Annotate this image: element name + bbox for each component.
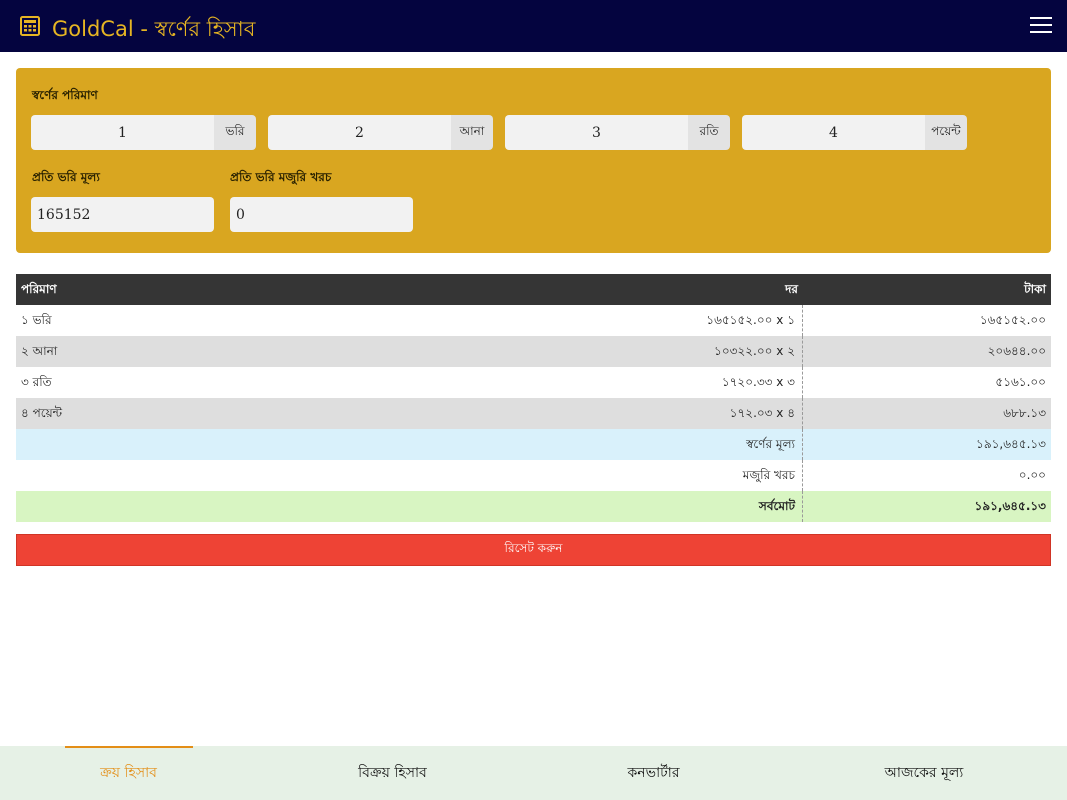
ana-input[interactable] [268,115,451,150]
table-row: ৩ রতি ১৭২০.৩৩ x ৩ ৫১৬১.০০ [16,367,1051,398]
ana-unit-label: আনা [451,115,493,150]
tab-todays-price[interactable]: আজকের মূল্য [799,746,1049,800]
gold-input-panel: স্বর্ণের পরিমাণ ভরি আনা রতি পয়েন্ট প্রত… [16,68,1051,253]
gold-value-amount: ১৯১,৬৪৫.১৩ [976,437,1046,451]
bhori-input-group: ভরি [31,115,256,150]
column-divider [802,367,803,398]
row-amount: ২০৬৪৪.০০ [987,344,1046,358]
tab-sale-calc[interactable]: বিক্রয় হিসাব [267,746,518,800]
row-amount: ৫১৬১.০০ [995,375,1046,389]
table-row: ১ ভরি ১৬৫১৫২.০০ x ১ ১৬৫১৫২.০০ [16,305,1051,336]
gold-amount-label: স্বর্ণের পরিমাণ [32,88,98,102]
table-row: ২ আনা ১০৩২২.০০ x ২ ২০৬৪৪.০০ [16,336,1051,367]
row-amount: ৬৮৮.১৩ [1003,406,1046,420]
gold-value-row: স্বর্ণের মূল্য ১৯১,৬৪৫.১৩ [16,429,1051,460]
making-cost-row-label: মজুরি খরচ [742,468,795,482]
row-rate: ১০৩২২.০০ x ২ [714,344,795,358]
making-cost-label: প্রতি ভরি মজুরি খরচ [230,170,332,184]
making-cost-amount: ০.০০ [1018,468,1046,482]
tab-converter[interactable]: কনভার্টার [528,746,779,800]
roti-unit-label: রতি [688,115,730,150]
app-header: GoldCal - স্বর্ণের হিসাব [0,0,1067,52]
row-rate: ১৭২.০৩ x ৪ [729,406,795,420]
column-divider [802,398,803,429]
tab-purchase-calc[interactable]: ক্রয় হিসাব [0,746,257,800]
column-divider [802,429,803,460]
header-amount: টাকা [1024,282,1046,296]
header-qty: পরিমাণ [21,282,57,296]
ana-input-group: আনা [268,115,493,150]
table-row: ৪ পয়েন্ট ১৭২.০৩ x ৪ ৬৮৮.১৩ [16,398,1051,429]
table-header: পরিমাণ দর টাকা [16,274,1051,305]
making-cost-row: মজুরি খরচ ০.০০ [16,460,1051,491]
column-divider [802,336,803,367]
grand-total-row: সর্বমোট ১৯১,৬৪৫.১৩ [16,491,1051,522]
app-title: GoldCal - স্বর্ণের হিসাব [52,17,256,41]
row-qty: ৪ পয়েন্ট [21,406,63,420]
grand-total-label: সর্বমোট [758,499,795,513]
hamburger-menu-icon[interactable] [1030,17,1052,33]
price-per-bhori-label: প্রতি ভরি মূল্য [32,170,100,184]
point-unit-label: পয়েন্ট [925,115,967,150]
point-input-group: পয়েন্ট [742,115,967,150]
bhori-input[interactable] [31,115,214,150]
column-divider [802,305,803,336]
row-qty: ১ ভরি [21,313,52,327]
row-qty: ২ আনা [21,344,58,358]
roti-input[interactable] [505,115,688,150]
gold-value-label: স্বর্ণের মূল্য [746,437,795,451]
calculator-icon [20,16,40,36]
price-per-bhori-input[interactable] [31,197,214,232]
bottom-tab-bar: ক্রয় হিসাব বিক্রয় হিসাব কনভার্টার আজকে… [0,746,1067,800]
row-rate: ১৭২০.৩৩ x ৩ [721,375,795,389]
header-rate: দর [785,282,798,296]
column-divider [802,460,803,491]
column-divider [802,491,803,522]
result-table: পরিমাণ দর টাকা ১ ভরি ১৬৫১৫২.০০ x ১ ১৬৫১৫… [16,274,1051,522]
reset-button[interactable]: রিসেট করুন [16,534,1051,566]
making-cost-input[interactable] [230,197,413,232]
row-amount: ১৬৫১৫২.০০ [979,313,1046,327]
row-rate: ১৬৫১৫২.০০ x ১ [706,313,795,327]
row-qty: ৩ রতি [21,375,52,389]
grand-total-amount: ১৯১,৬৪৫.১৩ [974,499,1046,513]
bhori-unit-label: ভরি [214,115,256,150]
roti-input-group: রতি [505,115,730,150]
point-input[interactable] [742,115,925,150]
